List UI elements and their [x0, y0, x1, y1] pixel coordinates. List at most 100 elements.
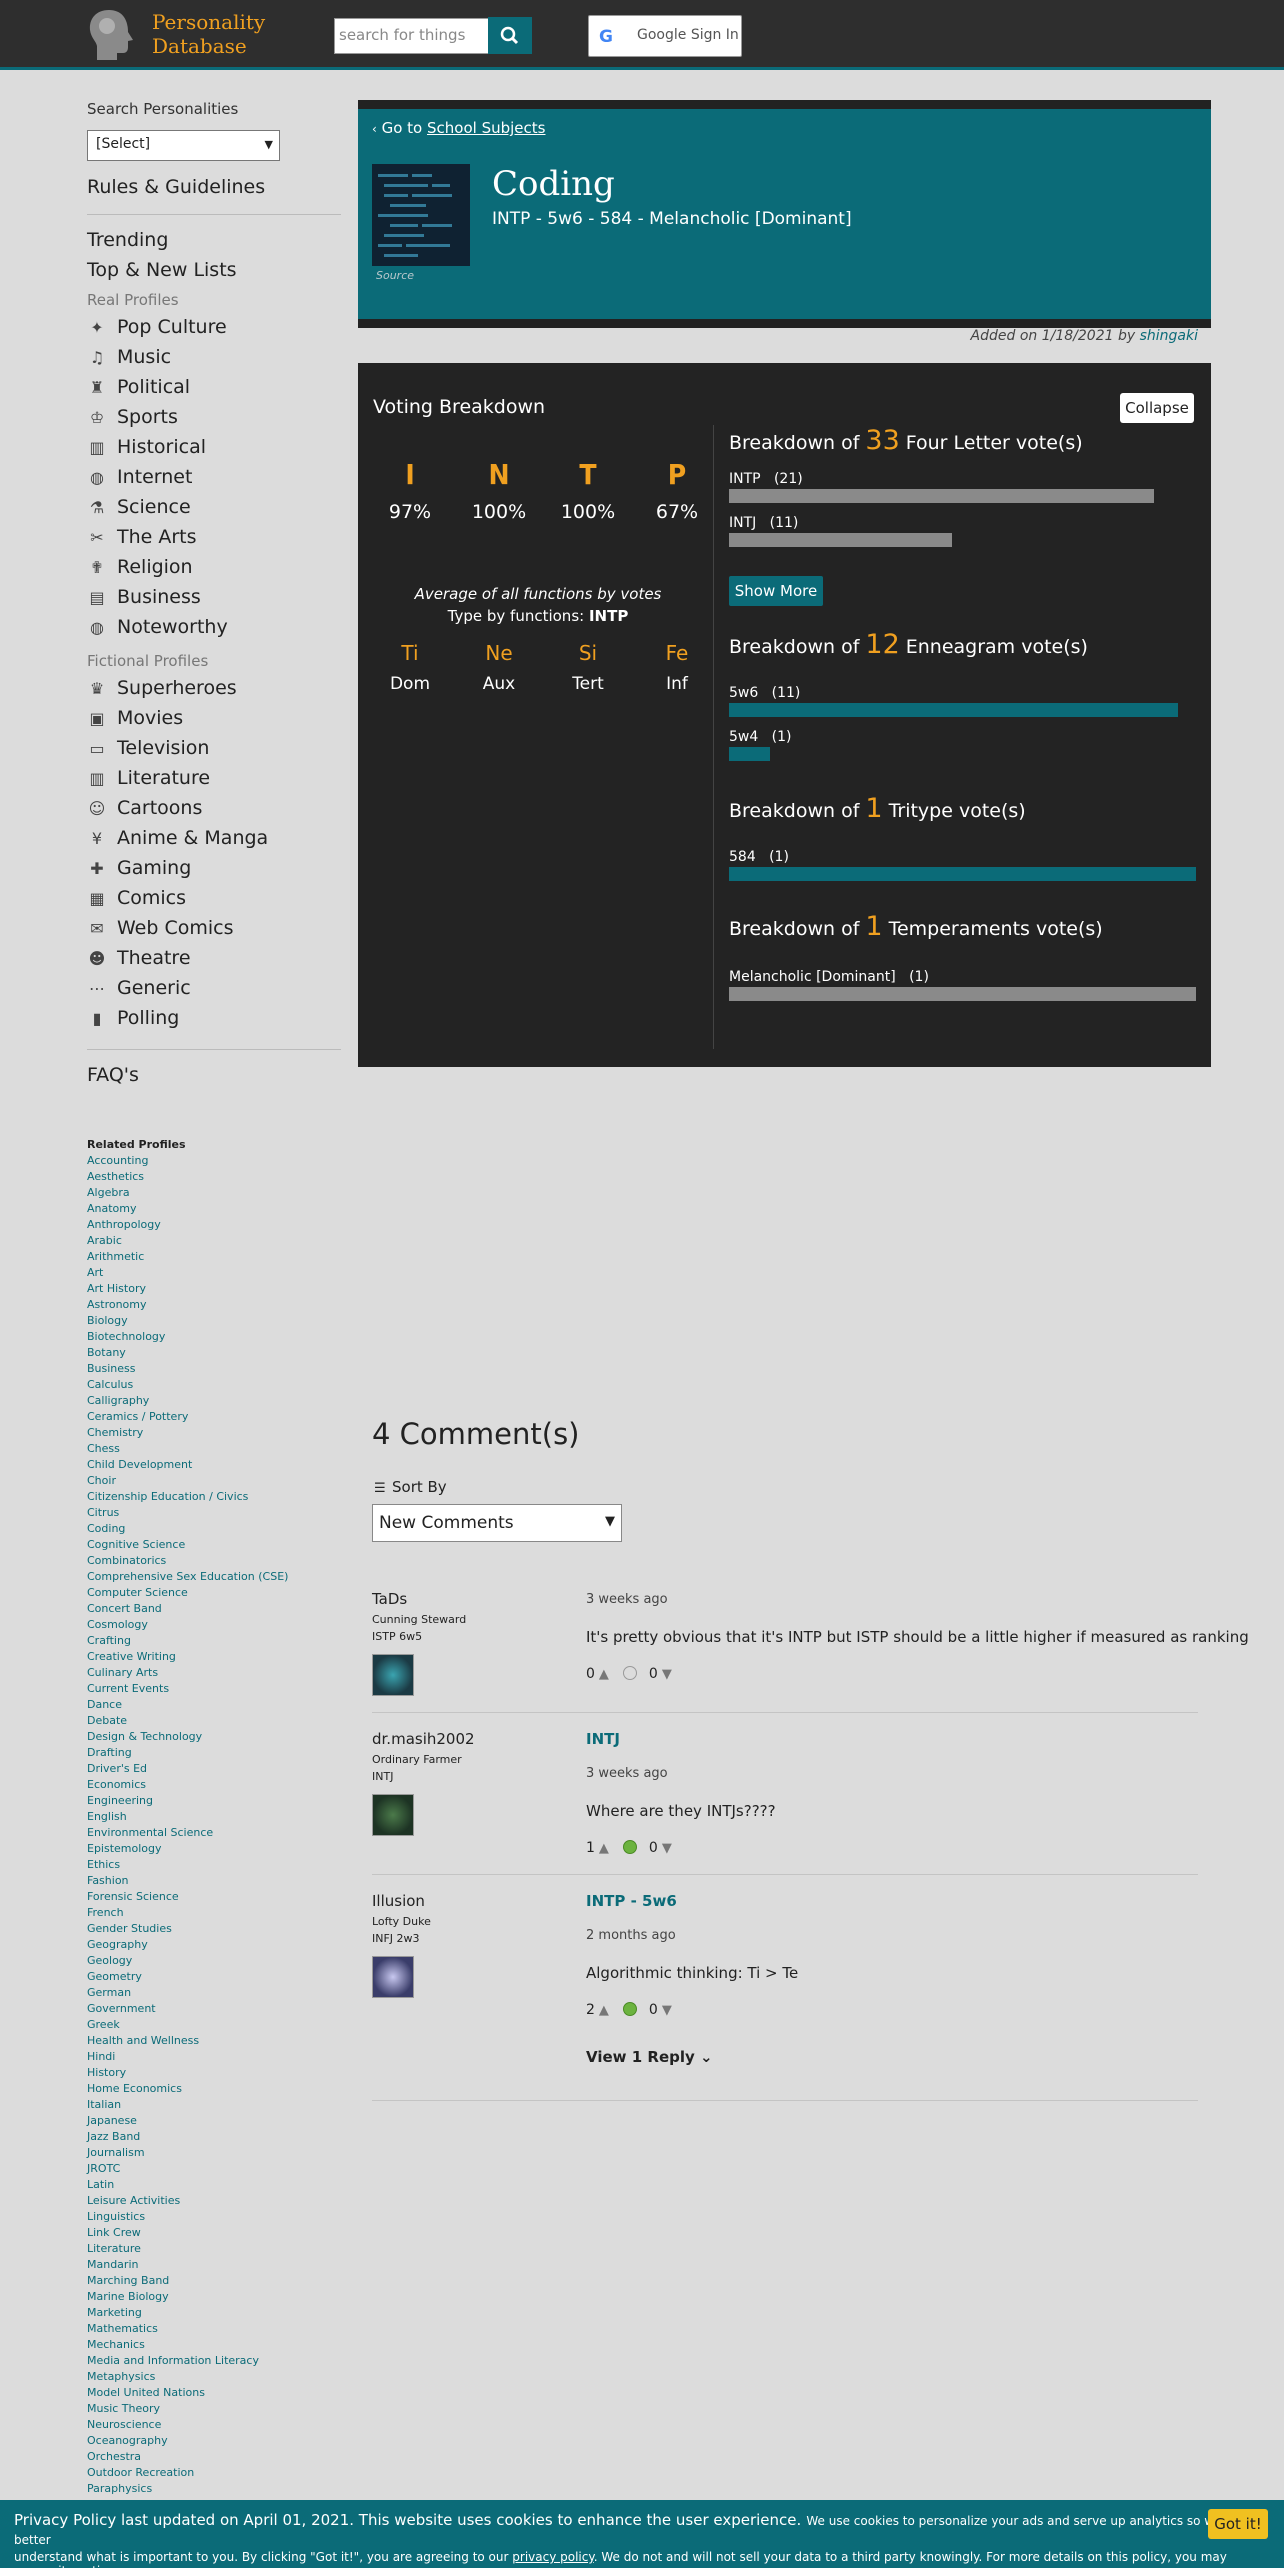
comment-username[interactable]: dr.masih2002 [372, 1730, 475, 1748]
related-profile-link[interactable]: Engineering [87, 1793, 341, 1809]
related-profile-link[interactable]: Cognitive Science [87, 1537, 341, 1553]
related-profile-link[interactable]: Fashion [87, 1873, 341, 1889]
related-profile-link[interactable]: English [87, 1809, 341, 1825]
related-profile-link[interactable]: Comprehensive Sex Education (CSE) [87, 1569, 341, 1585]
related-profile-link[interactable]: Music Theory [87, 2401, 341, 2417]
related-profile-link[interactable]: Model United Nations [87, 2385, 341, 2401]
related-profile-link[interactable]: Journalism [87, 2145, 341, 2161]
image-source-link[interactable]: Source [376, 269, 414, 282]
related-profile-link[interactable]: Ceramics / Pottery [87, 1409, 341, 1425]
comment-username[interactable]: Illusion [372, 1892, 425, 1910]
related-profile-link[interactable]: Concert Band [87, 1601, 341, 1617]
related-profile-link[interactable]: Chess [87, 1441, 341, 1457]
related-profile-link[interactable]: Dance [87, 1697, 341, 1713]
related-profile-link[interactable]: Citrus [87, 1505, 341, 1521]
show-more-button[interactable]: Show More [729, 576, 823, 606]
related-profile-link[interactable]: Current Events [87, 1681, 341, 1697]
got-it-button[interactable]: Got it! [1208, 2509, 1268, 2539]
related-profile-link[interactable]: Marketing [87, 2305, 341, 2321]
related-profile-link[interactable]: Biology [87, 1313, 341, 1329]
profile-image[interactable] [372, 164, 470, 266]
related-profile-link[interactable]: Japanese [87, 2113, 341, 2129]
thumbs-up-icon[interactable]: ▲ [599, 1667, 609, 1682]
related-profile-link[interactable]: Botany [87, 1345, 341, 1361]
related-profile-link[interactable]: Accounting [87, 1153, 341, 1169]
head-logo-icon[interactable] [87, 8, 137, 62]
related-profile-link[interactable]: Anatomy [87, 1201, 341, 1217]
related-profile-link[interactable]: Link Crew [87, 2225, 341, 2241]
related-profile-link[interactable]: Health and Wellness [87, 2033, 341, 2049]
related-profile-link[interactable]: JROTC [87, 2161, 341, 2177]
related-profile-link[interactable]: Neuroscience [87, 2417, 341, 2433]
related-profile-link[interactable]: Astronomy [87, 1297, 341, 1313]
related-profile-link[interactable]: Choir [87, 1473, 341, 1489]
related-profile-link[interactable]: Driver's Ed [87, 1761, 341, 1777]
privacy-policy-link[interactable]: privacy policy [512, 2550, 593, 2564]
related-profile-link[interactable]: Marching Band [87, 2273, 341, 2289]
related-profile-link[interactable]: Leisure Activities [87, 2193, 341, 2209]
related-profile-link[interactable]: Hindi [87, 2049, 341, 2065]
related-profile-link[interactable]: Mandarin [87, 2257, 341, 2273]
site-logo-text[interactable]: Personality Database [152, 10, 265, 58]
related-profile-link[interactable]: Anthropology [87, 1217, 341, 1233]
related-profile-link[interactable]: Geometry [87, 1969, 341, 1985]
related-profile-link[interactable]: Citizenship Education / Civics [87, 1489, 341, 1505]
related-profile-link[interactable]: Calligraphy [87, 1393, 341, 1409]
related-profile-link[interactable]: Marine Biology [87, 2289, 341, 2305]
thumbs-down-icon[interactable]: ▼ [662, 1667, 672, 1682]
related-profile-link[interactable]: Jazz Band [87, 2129, 341, 2145]
related-profile-link[interactable]: Debate [87, 1713, 341, 1729]
related-profile-link[interactable]: Mechanics [87, 2337, 341, 2353]
personality-select[interactable]: [Select] ▼ [87, 130, 280, 161]
related-profile-link[interactable]: Orchestra [87, 2449, 341, 2465]
thumbs-up-icon[interactable]: ▲ [599, 2003, 609, 2018]
related-profile-link[interactable]: Ethics [87, 1857, 341, 1873]
related-profile-link[interactable]: Art [87, 1265, 341, 1281]
top-lists-link[interactable]: Top & New Lists [87, 259, 237, 281]
related-profile-link[interactable]: Italian [87, 2097, 341, 2113]
sort-select[interactable]: New Comments ▼ [372, 1504, 622, 1542]
related-profile-link[interactable]: Combinatorics [87, 1553, 341, 1569]
comment-username[interactable]: TaDs [372, 1590, 407, 1608]
related-profile-link[interactable]: Oceanography [87, 2433, 341, 2449]
related-profile-link[interactable]: Arithmetic [87, 1249, 341, 1265]
thumbs-down-icon[interactable]: ▼ [662, 2003, 672, 2018]
related-profile-link[interactable]: Forensic Science [87, 1889, 341, 1905]
related-profile-link[interactable]: Geography [87, 1937, 341, 1953]
related-profile-link[interactable]: Paraphysics [87, 2481, 341, 2497]
related-profile-link[interactable]: Media and Information Literacy [87, 2353, 341, 2369]
related-profile-link[interactable]: Outdoor Recreation [87, 2465, 341, 2481]
related-profile-link[interactable]: Aesthetics [87, 1169, 341, 1185]
view-replies-button[interactable]: View 1 Reply ⌄ [586, 2048, 713, 2066]
related-profile-link[interactable]: Literature [87, 2241, 341, 2257]
related-profile-link[interactable]: Chemistry [87, 1425, 341, 1441]
related-profile-link[interactable]: Arabic [87, 1233, 341, 1249]
related-profile-link[interactable]: Coding [87, 1521, 341, 1537]
related-profile-link[interactable]: German [87, 1985, 341, 2001]
related-profile-link[interactable]: Computer Science [87, 1585, 341, 1601]
related-profile-link[interactable]: Greek [87, 2017, 341, 2033]
related-profile-link[interactable]: Calculus [87, 1377, 341, 1393]
related-profile-link[interactable]: Linguistics [87, 2209, 341, 2225]
smiley-icon[interactable] [622, 2002, 637, 2016]
avatar[interactable] [372, 1654, 414, 1696]
faq-link[interactable]: FAQ's [87, 1064, 139, 1086]
related-profile-link[interactable]: Biotechnology [87, 1329, 341, 1345]
comment-vote-type[interactable]: INTP - 5w6 [586, 1892, 677, 1910]
related-profile-link[interactable]: Algebra [87, 1185, 341, 1201]
avatar[interactable] [372, 1794, 414, 1836]
related-profile-link[interactable]: Culinary Arts [87, 1665, 341, 1681]
google-sign-in-button[interactable]: G Google Sign In [588, 15, 742, 57]
related-profile-link[interactable]: Drafting [87, 1745, 341, 1761]
goto-category-link[interactable]: School Subjects [427, 119, 545, 137]
related-profile-link[interactable]: Creative Writing [87, 1649, 341, 1665]
related-profile-link[interactable]: Gender Studies [87, 1921, 341, 1937]
related-profile-link[interactable]: Environmental Science [87, 1825, 341, 1841]
thumbs-down-icon[interactable]: ▼ [662, 1841, 672, 1856]
related-profile-link[interactable]: Latin [87, 2177, 341, 2193]
collapse-button[interactable]: Collapse [1120, 393, 1194, 423]
related-profile-link[interactable]: Geology [87, 1953, 341, 1969]
related-profile-link[interactable]: Art History [87, 1281, 341, 1297]
related-profile-link[interactable]: Design & Technology [87, 1729, 341, 1745]
related-profile-link[interactable]: Epistemology [87, 1841, 341, 1857]
